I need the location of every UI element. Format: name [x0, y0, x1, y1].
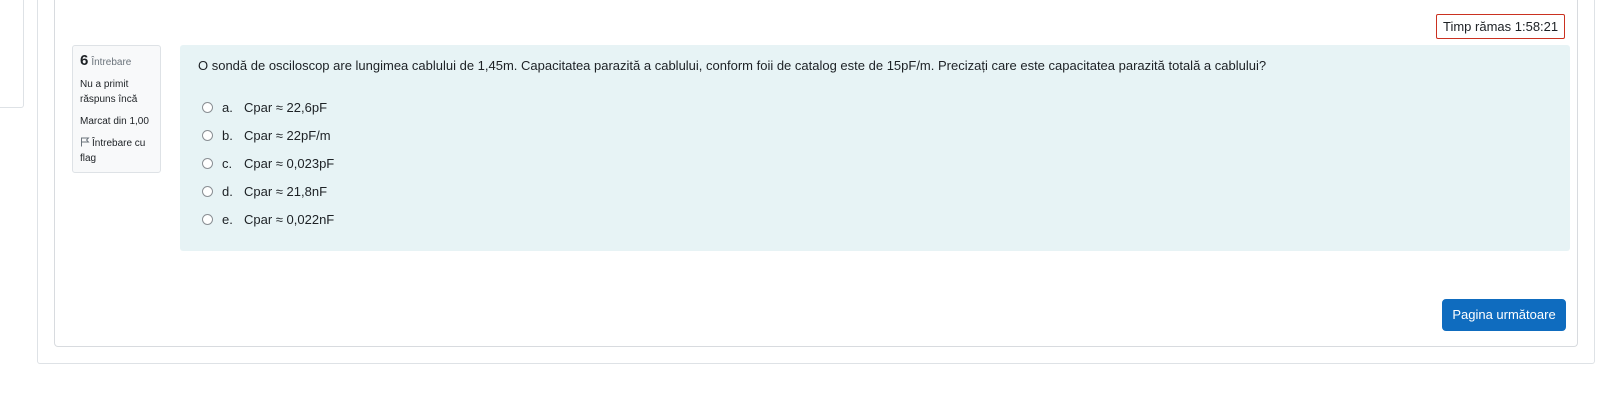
left-block-drawer — [0, 0, 24, 108]
answer-letter: b. — [222, 127, 233, 143]
question-number-line: 6 Întrebare — [80, 53, 153, 69]
question-text: O sondă de osciloscop are lungimea cablu… — [198, 58, 1267, 73]
radio-e[interactable] — [202, 213, 213, 225]
answer-letter: c. — [222, 155, 233, 171]
answer-letter: a. — [222, 99, 233, 115]
answer-text: Cpar ≈ 0,022nF — [244, 211, 335, 227]
next-page-button[interactable]: Pagina următoare — [1442, 299, 1566, 331]
answer-text: Cpar ≈ 22,6pF — [244, 99, 328, 115]
radio-a[interactable] — [202, 101, 213, 113]
question-info: 6 Întrebare Nu a primit răspuns încă Mar… — [72, 45, 161, 173]
flag-icon — [81, 137, 90, 147]
answer-option-a[interactable]: a. Cpar ≈ 22,6pF — [198, 93, 1552, 121]
radio-b[interactable] — [202, 129, 213, 141]
radio-c[interactable] — [202, 157, 213, 169]
question-state: Nu a primit răspuns încă — [80, 79, 138, 105]
answer-option-e[interactable]: e. Cpar ≈ 0,022nF — [198, 205, 1552, 233]
question-number: 6 — [80, 52, 89, 69]
flag-question-link[interactable]: Întrebare cu flag — [80, 136, 153, 166]
question-number-label: Întrebare — [91, 57, 132, 68]
answer-list: a. Cpar ≈ 22,6pF b. Cpar ≈ 22pF/m c. Cpa… — [198, 93, 1552, 233]
question-grade: Marcat din 1,00 — [80, 116, 149, 127]
answer-letter: d. — [222, 183, 233, 199]
answer-text: Cpar ≈ 0,023pF — [244, 155, 335, 171]
answer-option-c[interactable]: c. Cpar ≈ 0,023pF — [198, 149, 1552, 177]
answer-letter: e. — [222, 211, 233, 227]
time-remaining: Timp rămas 1:58:21 — [1436, 14, 1566, 39]
answer-option-d[interactable]: d. Cpar ≈ 21,8nF — [198, 177, 1552, 205]
radio-d[interactable] — [202, 185, 213, 197]
quiz-page: Timp rămas 1:58:21 6 Întrebare Nu a prim… — [0, 0, 1600, 407]
answer-option-b[interactable]: b. Cpar ≈ 22pF/m — [198, 121, 1552, 149]
answer-text: Cpar ≈ 22pF/m — [244, 127, 331, 143]
question-formulation: O sondă de osciloscop are lungimea cablu… — [180, 45, 1570, 251]
answer-text: Cpar ≈ 21,8nF — [244, 183, 328, 199]
